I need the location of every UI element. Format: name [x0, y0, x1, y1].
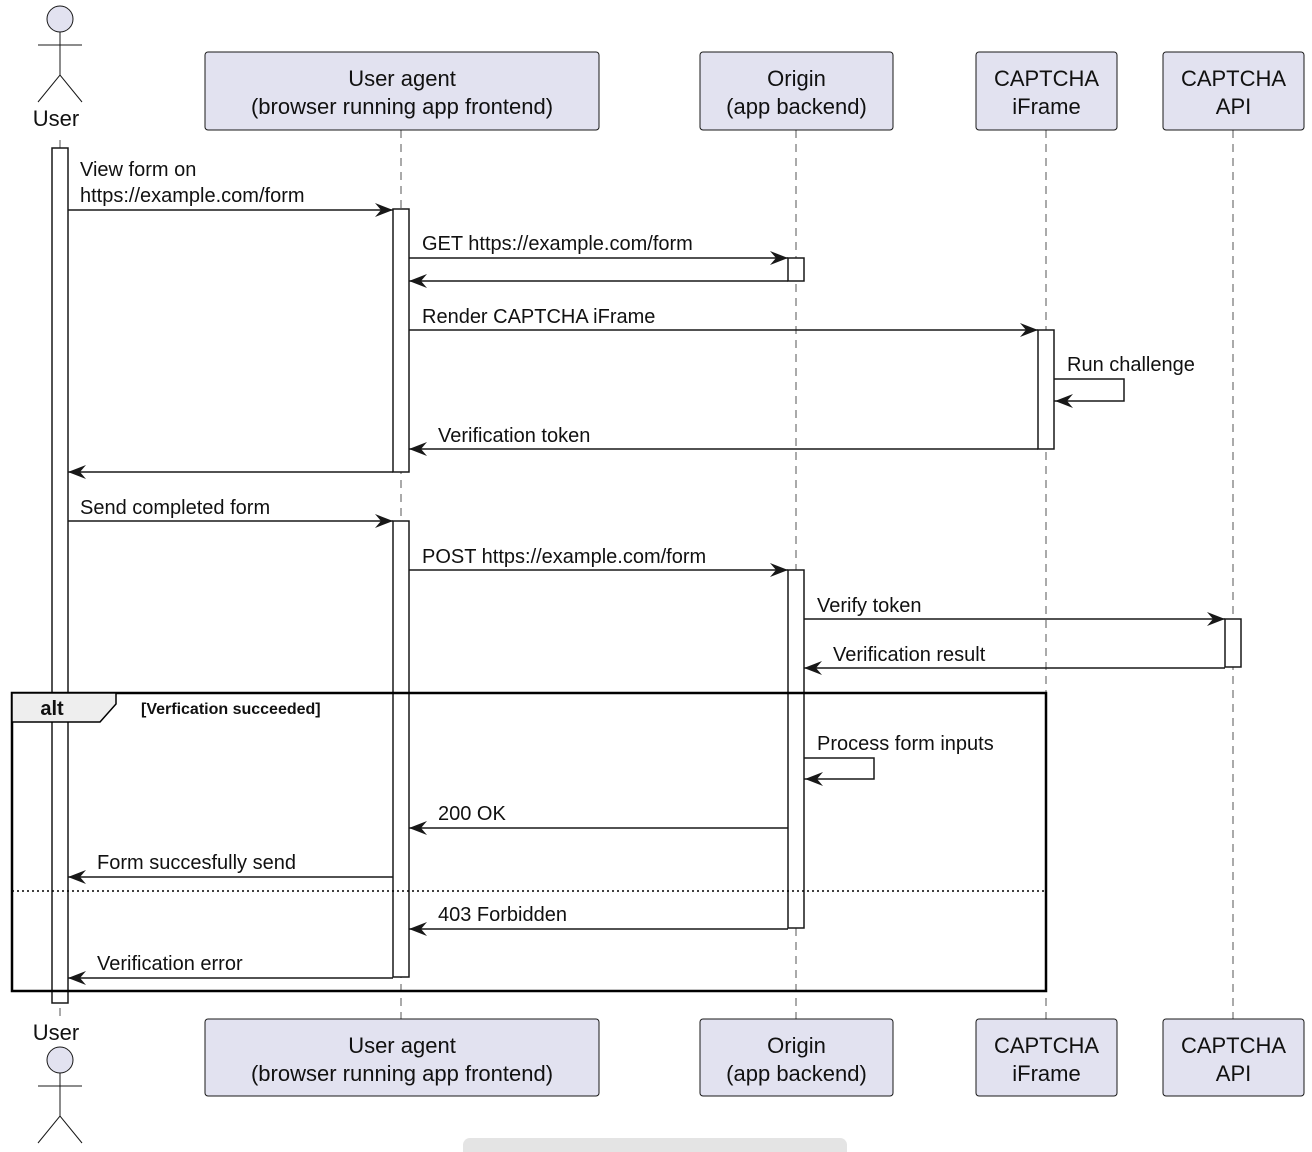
activation-bar — [1037, 329, 1055, 450]
participant-label: CAPTCHA — [1181, 66, 1286, 91]
message-label: Verification token — [438, 425, 590, 447]
participant-user-bottom — [37, 1046, 83, 1144]
participant-label: (browser running app frontend) — [251, 1061, 553, 1086]
actor-label: User — [33, 106, 79, 131]
scroll-indicator[interactable] — [463, 1138, 847, 1152]
actor-legs-icon — [37, 1115, 83, 1144]
participant-label: Origin — [767, 1033, 826, 1058]
activation-bar — [787, 257, 805, 282]
activation-bar — [51, 147, 69, 1004]
participant-label: User agent — [348, 1033, 456, 1058]
activation-bar — [392, 208, 410, 473]
message-label: Send completed form — [80, 497, 270, 519]
message-label: Process form inputs — [817, 733, 994, 755]
activation-bar — [1224, 618, 1242, 668]
participant-label: User agent — [348, 66, 456, 91]
participant-label: CAPTCHA — [994, 1033, 1099, 1058]
message-label: Render CAPTCHA iFrame — [422, 306, 655, 328]
alt-fragment-tab — [11, 692, 117, 723]
message-label: Verify token — [817, 595, 922, 617]
participant-label: (browser running app frontend) — [251, 94, 553, 119]
message-label: Verification error — [97, 953, 243, 975]
actor-head-icon — [46, 1046, 74, 1074]
participant-label: API — [1216, 94, 1251, 119]
participant-label: CAPTCHA — [1181, 1033, 1286, 1058]
alt-fragment-label: alt — [40, 698, 64, 720]
message-label: 200 OK — [438, 803, 506, 825]
message-label: View form on — [80, 159, 196, 181]
message-label: https://example.com/form — [80, 185, 305, 207]
message-label: Verification result — [833, 644, 986, 666]
participant-label: CAPTCHA — [994, 66, 1099, 91]
actor-legs-icon — [37, 74, 83, 103]
participant-label: (app backend) — [726, 1061, 867, 1086]
participant-label: Origin — [767, 66, 826, 91]
participant-label: (app backend) — [726, 94, 867, 119]
alt-guard-condition: [Verfication succeeded] — [141, 701, 321, 718]
message-label: Form succesfully send — [97, 852, 296, 874]
participant-user-top — [37, 5, 83, 103]
message-label: Run challenge — [1067, 354, 1195, 376]
message-label: GET https://example.com/form — [422, 233, 693, 255]
participant-label: API — [1216, 1061, 1251, 1086]
actor-head-icon — [46, 5, 74, 33]
message-label: 403 Forbidden — [438, 904, 567, 926]
sequence-diagram: User User User agent (browser running app f… — [10, 5, 1305, 1144]
activation-bar — [787, 569, 805, 929]
activation-bar — [392, 520, 410, 978]
participant-label: iFrame — [1012, 94, 1080, 119]
message-label: POST https://example.com/form — [422, 546, 706, 568]
actor-label: User — [33, 1020, 79, 1045]
participant-label: iFrame — [1012, 1061, 1080, 1086]
